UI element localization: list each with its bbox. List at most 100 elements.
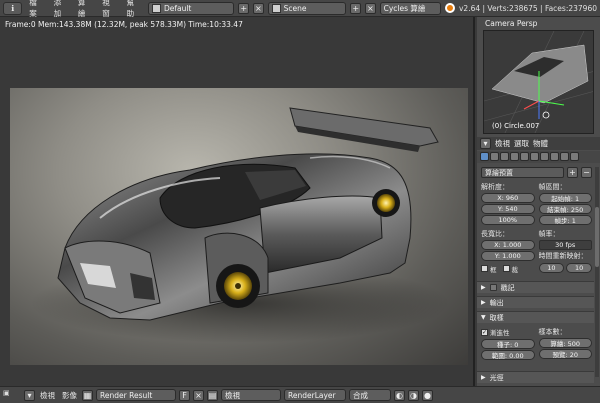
stamp-toggle[interactable]	[489, 284, 497, 291]
image-editor-type-button[interactable]: ▣	[3, 389, 21, 401]
view-name: 檢視	[225, 390, 240, 400]
resolution-y-field[interactable]: Y: 540	[481, 204, 535, 214]
end-frame-field[interactable]: 結束幀: 250	[538, 204, 592, 214]
resolution-x-field[interactable]: X: 960	[481, 193, 535, 203]
active-object-label: (0) Circle.007	[492, 122, 540, 130]
scene-icon	[271, 3, 281, 13]
remap-old-field[interactable]: 10	[538, 263, 565, 273]
layout-grid-icon	[151, 3, 161, 13]
menu-view[interactable]: 檢視	[495, 138, 510, 149]
particles-tab-icon[interactable]	[570, 152, 579, 161]
menu-image[interactable]: 影像	[60, 390, 79, 401]
light-paths-section[interactable]: ▶ 光徑	[477, 371, 594, 383]
add-preset-button[interactable]: +	[567, 167, 578, 178]
remap-new-field[interactable]: 10	[566, 263, 592, 273]
expand-arrow-icon: ▶	[481, 299, 486, 306]
properties-scrollbar[interactable]	[595, 167, 599, 377]
render-engine-name: Cycles 算繪	[383, 3, 426, 13]
fps-dropdown[interactable]: 30 fps	[538, 240, 592, 250]
mini-3d-viewport[interactable]: (0) Circle.007	[483, 30, 594, 134]
output-section[interactable]: ▶ 輸出	[477, 296, 594, 308]
image-name: Render Result	[100, 390, 153, 400]
object-tab-icon[interactable]	[510, 152, 519, 161]
collapse-menus-button[interactable]: ▾	[24, 389, 35, 401]
texture-tab-icon[interactable]	[560, 152, 569, 161]
add-scene-button[interactable]: +	[350, 2, 362, 14]
render-engine-selector[interactable]: Cycles 算繪	[379, 1, 442, 15]
image-name-field[interactable]: Render Result	[96, 389, 176, 401]
sampling-section[interactable]: ▼ 取樣	[477, 311, 594, 323]
render-layer-selector[interactable]: RenderLayer	[284, 389, 346, 401]
unlink-image-button[interactable]: ×	[193, 389, 204, 401]
modifiers-tab-icon[interactable]	[530, 152, 539, 161]
view-selector[interactable]: 檢視	[221, 389, 281, 401]
render-pass-name: 合成	[353, 390, 368, 400]
frame-range-label: 幀區間：	[538, 183, 567, 191]
time-remap-label: 時間重新映射：	[538, 252, 588, 260]
camera-view-title: Camera Persp	[485, 19, 538, 28]
draw-z-button[interactable]: ●	[422, 389, 433, 401]
progressive-checkbox[interactable]: 漸進性	[481, 327, 535, 337]
browse-image-button[interactable]: ▦	[82, 389, 93, 401]
data-tab-icon[interactable]	[540, 152, 549, 161]
render-dimensions-panel: 算繪預置 + − 解析度： X: 960 Y: 540 100% 幀區間： 起始…	[481, 167, 592, 274]
crop-label: 裁	[511, 265, 519, 274]
frame-step-field[interactable]: 幀步: 1	[538, 215, 592, 225]
render-preset-label: 算繪預置	[485, 168, 513, 177]
fps-label: 幀率：	[538, 230, 560, 238]
expand-arrow-icon: ▶	[481, 374, 486, 381]
remove-scene-button[interactable]: ×	[365, 2, 376, 14]
render-preset-dropdown[interactable]: 算繪預置	[481, 167, 564, 178]
race-car-render	[30, 107, 450, 343]
scene-stats: v2.64 | Verts:238675 | Faces:237960	[458, 3, 597, 13]
render-samples-field[interactable]: 算繪: 500	[538, 338, 592, 348]
resolution-label: 解析度：	[481, 183, 509, 191]
crop-checkbox[interactable]: 裁	[502, 264, 519, 274]
top-header: ℹ 檔案 添加 算繪 視窗 幫助 Default + × Scene + × C…	[0, 0, 600, 18]
menu-select[interactable]: 選取	[514, 138, 529, 149]
material-tab-icon[interactable]	[550, 152, 559, 161]
clamp-field[interactable]: 範圍: 0.00	[481, 350, 535, 360]
pin-image-button[interactable]: ▤	[207, 389, 218, 401]
properties-tabs	[477, 151, 600, 163]
scrollbar-thumb[interactable]	[595, 207, 599, 267]
sampling-panel: 漸進性 種子: 0 範圍: 0.00 樣本數： 算繪: 500 預覽: 20	[481, 327, 592, 361]
add-layout-button[interactable]: +	[238, 2, 249, 14]
scene-selector[interactable]: Scene	[267, 1, 347, 15]
start-frame-field[interactable]: 起始幀: 1	[538, 193, 592, 203]
preview-samples-field[interactable]: 預覽: 20	[538, 349, 592, 359]
image-editor[interactable]: Frame:0 Mem:143.38M (12.32M, peak 578.33…	[0, 17, 475, 386]
draw-alpha-button[interactable]: ◑	[408, 389, 419, 401]
editor-type-button[interactable]: ▾	[480, 138, 491, 149]
resolution-percent-field[interactable]: 100%	[481, 215, 535, 225]
samples-label: 樣本數：	[538, 328, 567, 336]
world-tab-icon[interactable]	[500, 152, 509, 161]
render-info: Frame:0 Mem:143.38M (12.32M, peak 578.33…	[5, 20, 243, 29]
remove-layout-button[interactable]: ×	[253, 2, 264, 14]
stamp-label: 戳記	[500, 283, 515, 292]
layout-selector[interactable]: Default	[147, 1, 235, 15]
stamp-section[interactable]: ▶ 戳記	[477, 281, 594, 293]
aspect-x-field[interactable]: X: 1.000	[481, 240, 535, 250]
seed-field[interactable]: 種子: 0	[481, 339, 535, 349]
render-result-image[interactable]	[10, 88, 468, 365]
border-checkbox[interactable]: 框	[481, 264, 497, 274]
render-pass-selector[interactable]: 合成	[349, 389, 391, 401]
border-label: 框	[490, 265, 497, 274]
constraints-tab-icon[interactable]	[520, 152, 529, 161]
info-editor-type-button[interactable]: ℹ	[3, 1, 23, 15]
progressive-label: 漸進性	[490, 329, 510, 337]
blender-logo-icon	[445, 3, 455, 13]
render-tab-icon[interactable]	[480, 152, 489, 161]
remove-preset-button[interactable]: −	[581, 167, 592, 178]
draw-rgb-button[interactable]: ◐	[394, 389, 405, 401]
fake-user-button[interactable]: F	[179, 389, 190, 401]
aspect-y-field[interactable]: Y: 1.000	[481, 251, 535, 261]
info-icon: ℹ	[11, 3, 15, 13]
layout-name: Default	[163, 3, 192, 13]
image-editor-icon: ▣	[3, 389, 10, 397]
scene-tab-icon[interactable]	[490, 152, 499, 161]
menu-view-image[interactable]: 檢視	[38, 390, 57, 401]
progressive-check-box	[481, 328, 488, 336]
menu-object[interactable]: 物體	[533, 138, 548, 149]
